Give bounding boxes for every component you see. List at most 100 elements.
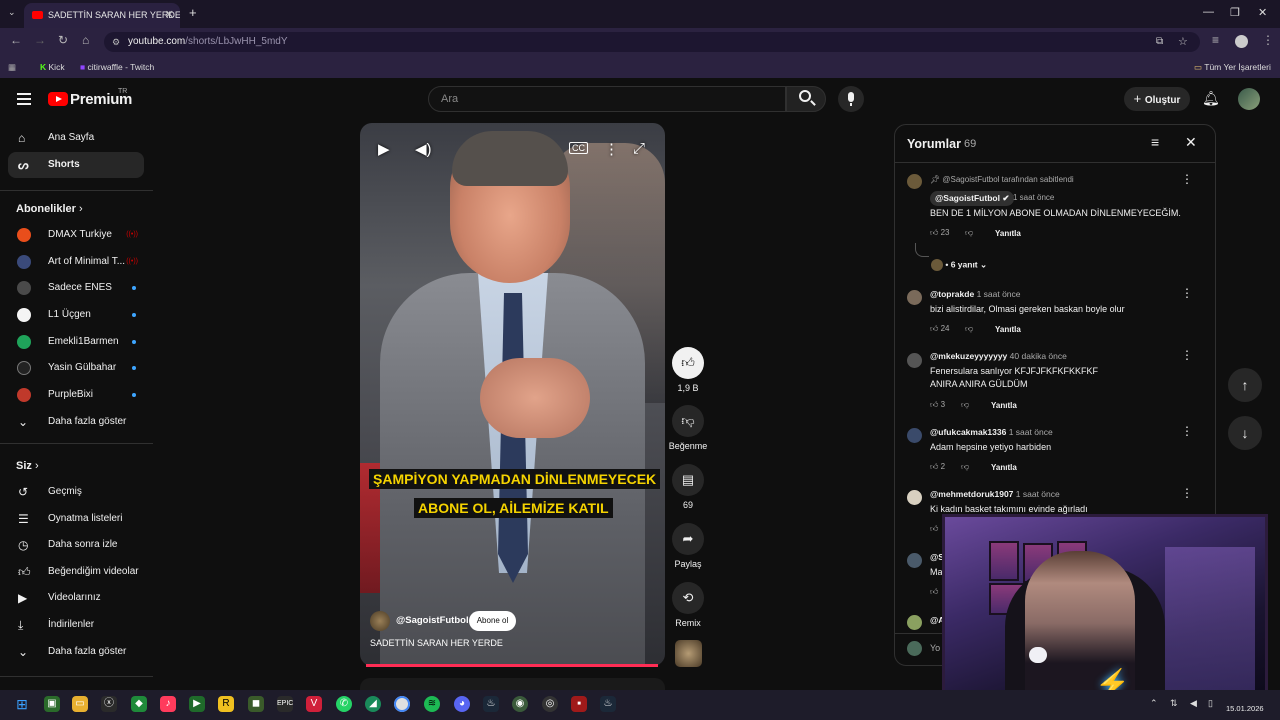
like-button[interactable]: 👍︎ [672,347,704,379]
comment-author[interactable]: @mehmetdoruk1907 1 saat önce [930,489,1060,499]
profile-icon[interactable] [1235,35,1248,48]
previous-short-button[interactable]: ↑ [1228,368,1262,402]
reply-button[interactable]: Yanıtla [991,463,1017,472]
sidebar-item-playlists[interactable]: ☰ Oynatma listeleri [8,506,144,532]
comment-author[interactable]: @toprakde 1 saat önce [930,289,1021,299]
browser-menu-icon[interactable]: ⋮ [1262,33,1274,47]
comment-avatar[interactable] [907,428,922,443]
progress-bar[interactable] [366,664,658,667]
comments-button[interactable]: ▤ [672,464,704,496]
comment-more-icon[interactable]: ⋮ [1181,172,1193,186]
sidebar-item-your-videos[interactable]: ▶︎ Videolarınız [8,585,144,611]
channel-avatar[interactable] [370,611,390,631]
sidebar-item-shorts[interactable]: ᔕ Shorts [8,152,144,178]
short-video-player[interactable] [360,123,665,666]
comment-author[interactable]: @SagoistFutbol ✔ [930,191,1015,206]
rockstar-icon[interactable]: R [218,696,234,712]
sidebar-sub-l1-ucgen[interactable]: L1 Üçgen [8,302,144,328]
site-info-icon[interactable]: ⚙ [112,32,120,52]
captions-icon[interactable]: CC [569,142,588,154]
tab-search-icon[interactable]: ⌄ [8,7,16,18]
volume-icon[interactable]: ◀︎) [415,140,432,158]
back-icon[interactable]: ← [10,33,22,47]
app-icon[interactable]: ▶ [189,696,205,712]
app-icon[interactable]: ◆ [131,696,147,712]
sound-thumbnail[interactable] [675,640,702,667]
maximize-icon[interactable]: ❐ [1230,6,1240,19]
bookmark-twitch[interactable]: ■ citirwaffle - Twitch [80,62,154,72]
comment-like-button[interactable]: 👍︎ 23 [930,228,950,238]
sidebar-item-watch-later[interactable]: ◷ Daha sonra izle [8,532,144,558]
comment-avatar[interactable] [907,553,922,568]
xbox-icon[interactable]: ⓧ [101,696,117,712]
sidebar-sub-emekli1barmen[interactable]: Emekli1Barmen [8,329,144,355]
comment-avatar[interactable] [907,290,922,305]
fullscreen-icon[interactable]: ⤢ [633,140,645,157]
tiktok-icon[interactable]: ♪ [160,696,176,712]
you-heading[interactable]: Siz › [16,460,39,472]
network-icon[interactable]: ⇅ [1170,698,1178,709]
close-icon[interactable]: ✕ [1185,134,1197,151]
minimize-icon[interactable]: — [1203,6,1214,18]
sidebar-item-liked-videos[interactable]: 👍︎ Beğendiğim videolar [8,559,144,585]
thumb-up-icon[interactable]: 👍︎ [930,587,938,597]
reply-button[interactable]: Yanıtla [991,401,1017,410]
comment-more-icon[interactable]: ⋮ [1181,486,1193,500]
sidebar-sub-sadece-enes[interactable]: Sadece ENES [8,275,144,301]
taskbar-date[interactable]: 15.01.2026 [1226,704,1264,713]
comment-avatar[interactable] [907,174,922,189]
sidebar-sub-art-of-minimal[interactable]: Art of Minimal T... ((•)) [8,249,144,275]
play-icon[interactable]: ▶ [378,140,390,158]
sidebar-sub-yasin-gulbahar[interactable]: Yasin Gülbahar [8,355,144,381]
start-icon[interactable]: ⊞ [14,696,30,712]
more-options-icon[interactable]: ⋮ [604,140,619,158]
home-browser-icon[interactable]: ⌂ [82,33,89,47]
valorant-icon[interactable]: V [306,696,322,712]
nvidia-icon[interactable]: ▣ [44,696,60,712]
share-button[interactable]: ➦ [672,523,704,555]
comment-author[interactable]: @mkekuzeyyyyyyy 40 dakika önce [930,351,1067,361]
avatar[interactable] [1238,88,1260,110]
new-tab-icon[interactable]: + [189,5,197,20]
comment-avatar[interactable] [907,490,922,505]
sidebar-item-history[interactable]: ↺ Geçmiş [8,479,144,505]
comment-more-icon[interactable]: ⋮ [1181,286,1193,300]
minecraft-icon[interactable]: ◼ [248,696,264,712]
thumb-down-icon[interactable]: 👎︎ [965,228,973,238]
comment-author[interactable]: @ufukcakmak1336 1 saat önce [930,427,1053,437]
remix-button[interactable]: ⟲ [672,582,704,614]
voice-search-button[interactable] [838,86,864,112]
comment-avatar[interactable] [907,353,922,368]
close-window-icon[interactable]: ✕ [1258,6,1267,19]
comment-more-icon[interactable]: ⋮ [1181,348,1193,362]
steam-icon[interactable]: ♨ [600,696,616,712]
reading-list-icon[interactable]: ≡ [1212,33,1219,47]
reply-button[interactable]: Yanıtla [995,229,1021,238]
bookmark-kick[interactable]: K Kick [40,62,65,72]
apps-icon[interactable]: ▦ [8,62,16,73]
app-icon[interactable]: ◢ [365,696,381,712]
sidebar-item-home[interactable]: ⌂ Ana Sayfa [8,125,144,151]
notifications-icon[interactable]: 🔔︎ [1202,90,1220,107]
address-bar[interactable]: ⚙ youtube.com/shorts/LbJwHH_5mdY ⧉ ☆ [104,32,1200,52]
obs-icon[interactable]: ◎ [542,696,558,712]
subscriptions-heading[interactable]: Abonelikler › [16,203,83,215]
install-icon[interactable]: ⧉ [1156,32,1163,52]
replies-toggle[interactable]: • 6 yanıt ⌄ [931,259,987,271]
add-comment-input[interactable]: Yo [930,643,940,653]
menu-icon[interactable] [17,93,31,105]
comment-like-button[interactable]: 👍︎ 3 [930,400,945,410]
sidebar-sub-dmax[interactable]: DMAX Turkiye ((•)) [8,222,144,248]
comment-more-icon[interactable]: ⋮ [1181,424,1193,438]
battery-icon[interactable]: ▯ [1208,698,1213,709]
subscribe-button[interactable]: Abone ol [469,611,516,631]
discord-icon[interactable]: ◕ [454,696,470,712]
sidebar-sub-purplebixi[interactable]: PurpleBixi [8,382,144,408]
chrome-icon[interactable] [394,696,410,712]
next-short-button[interactable]: ↓ [1228,416,1262,450]
all-bookmarks[interactable]: ▭ Tüm Yer İşaretleri [1194,62,1271,73]
steam-icon[interactable]: ♨ [483,696,499,712]
channel-name[interactable]: @SagoistFutbol [396,615,469,626]
sort-icon[interactable]: ≡ [1151,134,1159,150]
show-more-subscriptions[interactable]: ⌄ Daha fazla göster [8,409,144,435]
